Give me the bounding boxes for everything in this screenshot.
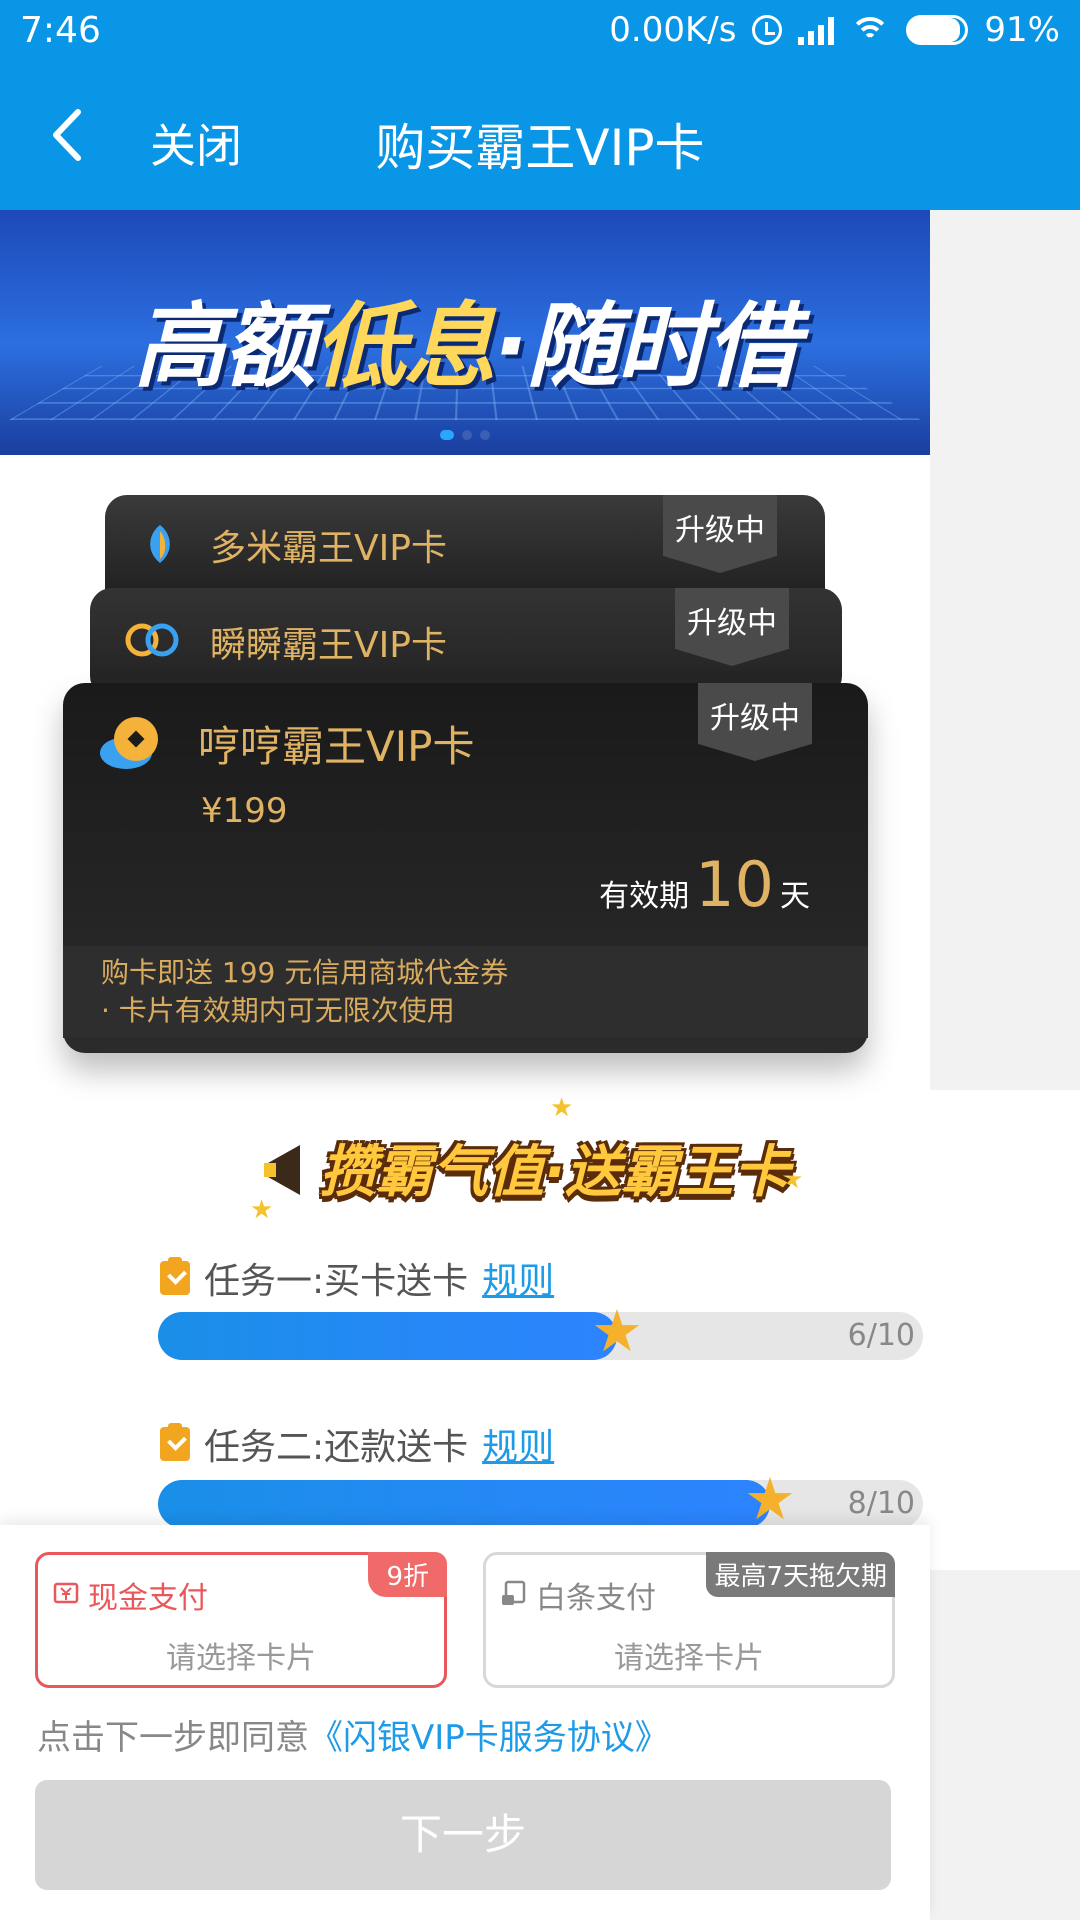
coin-icon — [100, 717, 158, 769]
task-title-text: 任务一:买卡送卡 — [204, 1261, 469, 1302]
card-name: 多米霸王VIP卡 — [210, 528, 447, 569]
infinity-icon — [125, 623, 179, 657]
vip-card-hengheng[interactable]: 哼哼霸王VIP卡 ¥199 有效期 10 天 购卡即送 199 元信用商城代金券… — [63, 683, 868, 1053]
network-speed: 0.00K/s — [609, 10, 737, 50]
leaf-icon — [150, 525, 170, 563]
progress-text: 6/10 — [847, 1318, 915, 1353]
payment-sub: 请选择卡片 — [614, 1641, 764, 1676]
star-icon: ★ — [591, 1297, 643, 1365]
task-1-progress-bar: ★ 6/10 — [158, 1302, 923, 1360]
progress-fill — [158, 1480, 770, 1528]
perk-line: · 卡片有效期内可无限次使用 — [101, 994, 455, 1027]
battery-icon — [906, 15, 969, 45]
card-perks: 购卡即送 199 元信用商城代金券 · 卡片有效期内可无限次使用 — [63, 946, 868, 1038]
progress-fill — [158, 1312, 617, 1360]
payment-label: 白条支付 — [536, 1581, 656, 1616]
star-decoration-icon: ★ — [250, 1195, 274, 1225]
banner-dot — [462, 430, 472, 440]
grace-period-badge: 最高7天拖欠期 — [706, 1552, 895, 1597]
task-rule-link[interactable]: 规则 — [482, 1418, 554, 1470]
side-panel-background — [930, 210, 1080, 1090]
status-time: 7:46 — [20, 10, 101, 51]
task-2-title: 任务二:还款送卡 规则 — [160, 1418, 554, 1470]
task-2-progress-bar: ★ 8/10 — [158, 1470, 923, 1528]
promo-text: 攒霸气值·送霸王卡 — [320, 1140, 790, 1205]
credit-payment-option[interactable]: 白条支付 请选择卡片 最高7天拖欠期 — [483, 1552, 895, 1688]
validity-suffix: 天 — [780, 879, 810, 914]
status-bar: 7:46 0.00K/s 91% — [0, 0, 1080, 60]
banner-text-a: 高额 — [133, 293, 316, 400]
promo-title-graphic: ★ ★ ★ 攒霸气值·送霸王卡 — [250, 1085, 840, 1230]
agreement-link[interactable]: 《闪银VIP卡服务协议》 — [309, 1718, 669, 1758]
card-validity: 有效期 10 天 — [599, 848, 810, 921]
payment-sheet: 现金支付 请选择卡片 9折 白条支付 请选择卡片 最高7天拖欠期 点击下一步即同… — [0, 1525, 930, 1920]
card-name: 哼哼霸王VIP卡 — [198, 722, 475, 771]
battery-percent: 91% — [984, 10, 1060, 50]
status-icons: 0.00K/s 91% — [609, 10, 1060, 50]
agreement-prefix: 点击下一步即同意 — [37, 1718, 309, 1758]
alarm-icon — [752, 15, 783, 45]
signal-icon — [798, 15, 835, 45]
discount-badge: 9折 — [368, 1552, 447, 1597]
page-title: 购买霸王VIP卡 — [375, 119, 705, 177]
clipboard-check-icon — [160, 1257, 190, 1295]
vip-card-shunshun[interactable]: 瞬瞬霸王VIP卡 升级中 — [90, 588, 842, 698]
banner-text-b: 低息 — [313, 293, 496, 400]
task-rule-link[interactable]: 规则 — [482, 1252, 554, 1304]
task-title-text: 任务二:还款送卡 — [204, 1427, 469, 1468]
banner-pagination — [440, 430, 490, 440]
credit-note-icon — [502, 1580, 526, 1605]
banner-text-c: ·随时借 — [493, 293, 799, 400]
app-header: 关闭 购买霸王VIP卡 — [0, 60, 1080, 210]
clipboard-check-icon — [160, 1423, 190, 1461]
cash-payment-option[interactable]: 现金支付 请选择卡片 9折 — [35, 1552, 447, 1688]
status-badge: 升级中 — [663, 495, 777, 573]
task-1-title: 任务一:买卡送卡 规则 — [160, 1252, 554, 1304]
progress-text: 8/10 — [847, 1486, 915, 1521]
wifi-icon — [850, 15, 891, 45]
promo-banner[interactable]: 高额低息·随时借 — [0, 210, 930, 455]
next-step-button[interactable]: 下一步 — [35, 1780, 891, 1890]
star-decoration-icon: ★ — [550, 1093, 574, 1123]
card-name: 瞬瞬霸王VIP卡 — [210, 625, 447, 666]
payment-sub: 请选择卡片 — [166, 1641, 316, 1676]
cash-icon — [53, 1582, 79, 1604]
agreement-text: 点击下一步即同意《闪银VIP卡服务协议》 — [37, 1710, 669, 1759]
validity-prefix: 有效期 — [599, 879, 690, 914]
star-icon: ★ — [744, 1465, 796, 1533]
side-panel-background — [930, 1570, 1080, 1920]
status-badge: 升级中 — [698, 683, 812, 761]
banner-dot — [480, 430, 490, 440]
banner-dot — [440, 430, 454, 440]
validity-days: 10 — [695, 848, 774, 921]
card-price: ¥199 — [201, 791, 288, 831]
status-badge: 升级中 — [675, 588, 789, 666]
banner-slogan: 高额低息·随时借 — [0, 272, 930, 405]
payment-label: 现金支付 — [88, 1581, 208, 1616]
perk-line: 购卡即送 199 元信用商城代金券 — [101, 956, 509, 989]
